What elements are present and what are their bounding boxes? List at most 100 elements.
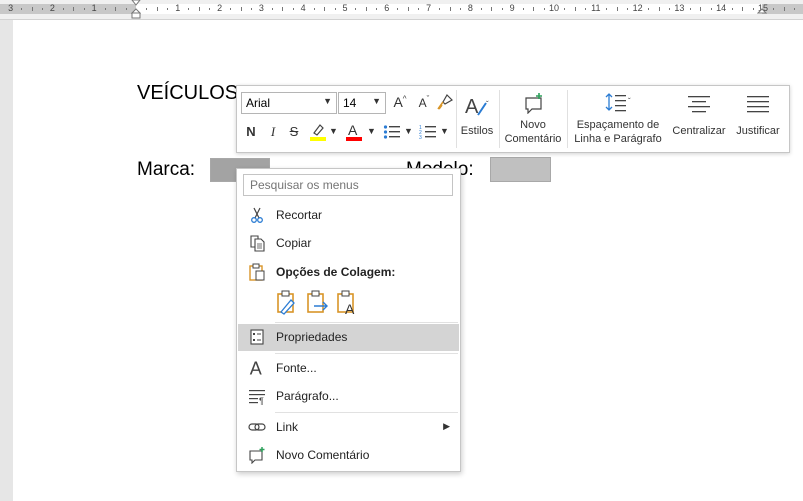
ruler-number: 1 xyxy=(175,3,181,13)
menu-item-cut[interactable]: Recortar xyxy=(238,202,459,228)
ruler-tick xyxy=(407,7,409,11)
ruler-tick xyxy=(585,8,587,10)
format-painter-icon[interactable] xyxy=(436,93,454,111)
ruler-tick xyxy=(41,8,43,10)
ruler-tick xyxy=(616,7,618,11)
menu-separator xyxy=(275,322,458,323)
font-name-combo[interactable]: Arial ▼ xyxy=(241,92,337,114)
ruler-tick xyxy=(564,8,566,10)
ruler-tick xyxy=(449,7,451,11)
ruler-tick xyxy=(574,7,576,11)
ruler-tick xyxy=(355,8,357,10)
ruler-number: 9 xyxy=(509,3,515,13)
menu-item-font-label: Fonte... xyxy=(276,361,317,375)
ruler-tick xyxy=(156,7,158,11)
document-heading: VEÍCULOS xyxy=(137,82,239,104)
menu-item-paragraph[interactable]: ¶ Parágrafo... xyxy=(238,383,459,409)
ruler-tick xyxy=(668,8,670,10)
center-button[interactable]: Centralizar xyxy=(669,89,729,149)
search-menus-input[interactable] xyxy=(243,174,453,196)
menu-item-font[interactable]: A Fonte... xyxy=(238,355,459,381)
shrink-font-button[interactable]: Aˇ xyxy=(415,94,433,110)
bold-button[interactable]: N xyxy=(245,124,257,139)
paste-keep-formatting-icon[interactable] xyxy=(275,290,299,316)
paragraph-icon: ¶ xyxy=(249,390,265,405)
ruler-tick xyxy=(480,8,482,10)
paste-options-header: Opções de Colagem: xyxy=(238,259,459,285)
ruler-tick xyxy=(21,8,23,10)
numbering-icon[interactable]: 1 2 3 xyxy=(419,124,437,140)
toolbar-divider xyxy=(567,90,568,148)
ruler-tick xyxy=(146,8,148,10)
chevron-down-icon[interactable]: ▼ xyxy=(329,126,338,136)
menu-item-cut-label: Recortar xyxy=(276,208,323,222)
center-label: Centralizar xyxy=(672,125,726,137)
svg-text:ˇ: ˇ xyxy=(628,97,631,106)
ruler-number: 5 xyxy=(342,3,348,13)
new-comment-button[interactable]: Novo Comentário xyxy=(501,89,565,149)
ruler-number: 4 xyxy=(300,3,306,13)
ruler-tick xyxy=(710,8,712,10)
toolbar-divider xyxy=(456,90,457,148)
ruler-number: 13 xyxy=(674,3,685,13)
ruler-tick xyxy=(491,7,493,11)
chevron-down-icon: ▼ xyxy=(372,96,381,106)
paste-merge-formatting-icon[interactable] xyxy=(305,290,329,316)
menu-item-link[interactable]: Link ▶ xyxy=(238,414,459,440)
ruler-tick xyxy=(689,8,691,10)
grow-font-icon: A xyxy=(393,94,403,110)
menu-item-properties[interactable]: Propriedades xyxy=(238,324,459,351)
strikethrough-button[interactable]: S xyxy=(288,124,300,139)
paste-options-label: Opções de Colagem: xyxy=(276,265,396,279)
ruler-number: 7 xyxy=(426,3,432,13)
ruler-tick xyxy=(606,8,608,10)
menu-item-paragraph-label: Parágrafo... xyxy=(276,389,339,403)
ruler-tick xyxy=(209,8,211,10)
line-spacing-label-line2: Linha e Parágrafo xyxy=(574,133,662,145)
ruler-number: 3 xyxy=(8,3,14,13)
menu-item-copy-label: Copiar xyxy=(276,236,312,250)
menu-item-new-comment[interactable]: Novo Comentário xyxy=(238,442,459,468)
bullets-icon[interactable] xyxy=(383,124,401,140)
ruler-number: 3 xyxy=(258,3,264,13)
ruler-tick xyxy=(83,8,85,10)
copy-icon xyxy=(250,235,265,252)
menu-item-copy[interactable]: Copiar xyxy=(238,230,459,256)
ruler-tick xyxy=(773,8,775,10)
ruler-tick xyxy=(104,8,106,10)
line-spacing-button[interactable]: ˇ Espaçamento de Linha e Parágrafo xyxy=(569,89,667,149)
ruler-number: 14 xyxy=(716,3,727,13)
menu-item-new-comment-label: Novo Comentário xyxy=(276,448,370,462)
align-justify-icon xyxy=(747,96,769,113)
styles-button[interactable]: A ˇ Estilos xyxy=(458,89,496,149)
svg-text:A: A xyxy=(345,301,355,316)
horizontal-ruler[interactable]: 3 2 1 1 2 3 4 5 6 7 8 9 10 11 12 13 14 15 xyxy=(0,0,803,20)
ruler-tick xyxy=(627,8,629,10)
menu-item-properties-label: Propriedades xyxy=(276,330,348,344)
align-center-icon xyxy=(688,96,710,113)
ruler-number: 8 xyxy=(467,3,473,13)
ruler-tick xyxy=(334,8,336,10)
paste-text-only-icon[interactable]: A xyxy=(335,290,359,316)
line-spacing-icon: ˇ xyxy=(605,93,631,112)
ruler-number: 12 xyxy=(632,3,643,13)
highlight-icon[interactable] xyxy=(309,122,327,142)
font-size-combo[interactable]: 14 ▼ xyxy=(338,92,386,114)
chevron-down-icon[interactable]: ▼ xyxy=(440,126,449,136)
ruler-tick xyxy=(115,7,117,11)
modelo-field[interactable] xyxy=(490,157,551,182)
right-indent-marker-icon[interactable] xyxy=(757,0,767,19)
ruler-tick xyxy=(648,8,650,10)
new-comment-icon xyxy=(249,447,265,464)
grow-font-button[interactable]: A^ xyxy=(391,94,409,110)
clipboard-icon xyxy=(249,263,265,281)
italic-button[interactable]: I xyxy=(267,124,279,140)
ruler-tick xyxy=(794,8,796,10)
left-indent-marker-icon[interactable] xyxy=(131,0,141,19)
chevron-down-icon[interactable]: ▼ xyxy=(367,126,376,136)
chevron-down-icon[interactable]: ▼ xyxy=(404,126,413,136)
justify-button[interactable]: Justificar xyxy=(731,89,785,149)
ruler-tick xyxy=(658,7,660,11)
svg-text:¶: ¶ xyxy=(259,396,264,405)
font-color-icon[interactable]: A xyxy=(345,122,363,142)
